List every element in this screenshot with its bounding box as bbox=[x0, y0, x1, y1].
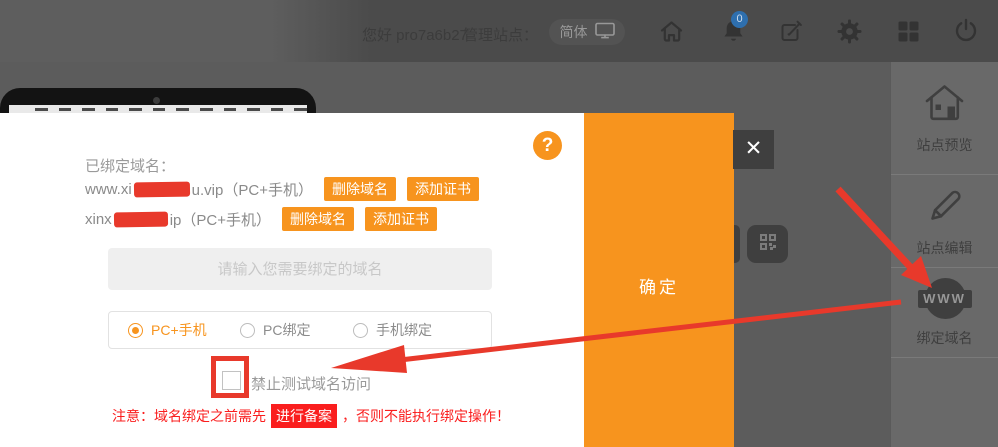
note-pre-text: 注意：域名绑定之前需先 bbox=[112, 406, 266, 426]
language-label: 简体 bbox=[560, 22, 588, 42]
sidebar-item-site-preview[interactable]: 站点预览 bbox=[891, 62, 998, 175]
app-screenshot: 您好 pro7a6b27 管理站点： 简体 0 bbox=[0, 0, 998, 447]
radio-circle[interactable] bbox=[240, 323, 255, 338]
qr-code-button[interactable] bbox=[747, 225, 788, 263]
qr-code-icon bbox=[758, 232, 778, 257]
www-globe-icon: WWW bbox=[918, 277, 972, 321]
language-switch-button[interactable]: 简体 bbox=[549, 19, 625, 45]
add-certificate-button[interactable]: 添加证书 bbox=[365, 207, 437, 231]
radio-pc-and-mobile[interactable]: PC+手机 bbox=[128, 320, 240, 340]
domain-text-prefix: www.xi bbox=[85, 181, 132, 198]
confirm-button-label: 确定 bbox=[584, 273, 734, 298]
monitor-icon bbox=[595, 22, 615, 42]
add-certificate-button[interactable]: 添加证书 bbox=[407, 177, 479, 201]
forbid-test-domain-checkbox[interactable] bbox=[222, 371, 241, 390]
confirm-button[interactable]: 确定 bbox=[584, 113, 734, 447]
domain-text-suffix: u.vip（PC+手机） bbox=[192, 179, 313, 200]
sidebar-item-site-edit[interactable]: 站点编辑 bbox=[891, 175, 998, 268]
sidebar-item-label: 站点编辑 bbox=[917, 238, 973, 258]
domain-text-prefix: xinx bbox=[85, 211, 112, 228]
bound-domain-row: www.xi u.vip（PC+手机） 删除域名 添加证书 bbox=[85, 177, 479, 201]
red-scribble-redaction bbox=[134, 181, 190, 197]
notification-count-badge: 0 bbox=[731, 11, 748, 28]
sidebar-item-label: 站点预览 bbox=[917, 135, 973, 155]
radio-circle[interactable] bbox=[353, 323, 368, 338]
domain-input[interactable] bbox=[108, 248, 492, 290]
top-header-bar: 您好 pro7a6b27 管理站点： 简体 0 bbox=[0, 0, 998, 62]
www-band-label: WWW bbox=[918, 290, 972, 308]
home-icon[interactable] bbox=[657, 17, 685, 45]
compose-edit-icon[interactable] bbox=[777, 17, 805, 45]
tablet-camera-dot bbox=[153, 97, 160, 104]
delete-domain-button[interactable]: 删除域名 bbox=[324, 177, 396, 201]
settings-gear-icon[interactable] bbox=[835, 17, 863, 45]
power-logout-icon[interactable] bbox=[952, 17, 980, 45]
user-greeting: 您好 pro7a6b27 bbox=[362, 24, 468, 45]
radio-circle[interactable] bbox=[128, 323, 143, 338]
bind-domain-modal: ? 已绑定域名： www.xi u.vip（PC+手机） 删除域名 添加证书 x… bbox=[0, 113, 584, 447]
apps-grid-icon[interactable] bbox=[894, 17, 922, 45]
pencil-icon bbox=[924, 185, 965, 231]
hidden-partial-button[interactable] bbox=[734, 225, 740, 263]
radio-pc-bind[interactable]: PC绑定 bbox=[240, 320, 353, 340]
tablet-preview-mockup bbox=[0, 88, 316, 115]
right-sidebar: 站点预览 站点编辑 WWW 绑定域名 bbox=[890, 62, 998, 447]
sidebar-item-bind-domain[interactable]: WWW 绑定域名 bbox=[891, 268, 998, 358]
bound-domains-label: 已绑定域名： bbox=[85, 155, 175, 176]
forbid-test-domain-label: 禁止测试域名访问 bbox=[251, 373, 371, 394]
delete-domain-button[interactable]: 删除域名 bbox=[282, 207, 354, 231]
domain-text-suffix: ip（PC+手机） bbox=[170, 209, 271, 230]
note-post-text: ，否则不能执行绑定操作！ bbox=[342, 406, 510, 426]
bind-type-radio-group: PC+手机 PC绑定 手机绑定 bbox=[108, 311, 492, 349]
icp-filing-link[interactable]: 进行备案 bbox=[271, 404, 337, 428]
bound-domain-row: xinx ip（PC+手机） 删除域名 添加证书 bbox=[85, 207, 437, 231]
binding-note: 注意：域名绑定之前需先 进行备案 ，否则不能执行绑定操作！ bbox=[112, 404, 510, 428]
radio-mobile-bind[interactable]: 手机绑定 bbox=[353, 320, 432, 340]
sidebar-item-label: 绑定域名 bbox=[917, 328, 973, 348]
help-icon[interactable]: ? bbox=[533, 131, 562, 160]
manage-site-label: 管理站点： bbox=[463, 24, 538, 45]
red-scribble-redaction bbox=[114, 211, 168, 227]
home-icon bbox=[922, 82, 967, 128]
close-icon[interactable]: ✕ bbox=[733, 130, 774, 169]
